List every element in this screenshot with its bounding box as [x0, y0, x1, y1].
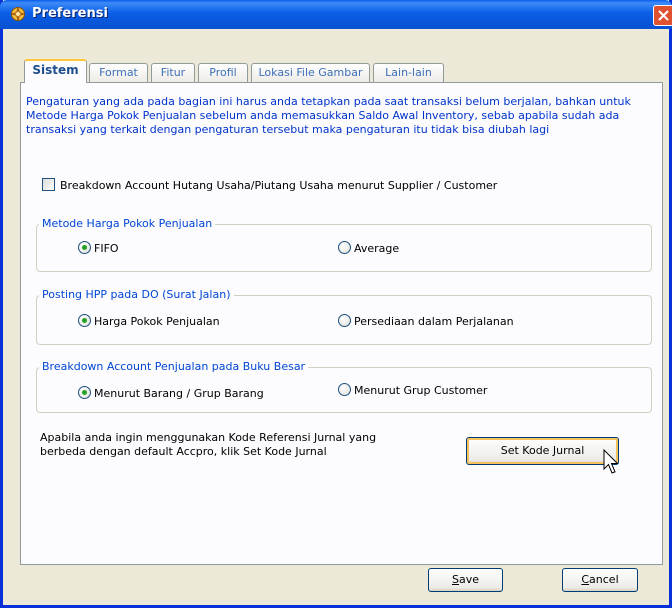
save-button[interactable]: Save	[428, 568, 503, 592]
breakdown-account-checkbox[interactable]	[42, 178, 55, 191]
kode-jurnal-text-line2: berbeda dengan default Accpro, klik Set …	[40, 445, 327, 458]
save-mnemonic: S	[451, 573, 459, 586]
intro-text: Pengaturan yang ada pada bagian ini haru…	[26, 95, 631, 136]
mouse-cursor-icon	[603, 449, 619, 474]
radio-average[interactable]	[338, 241, 351, 254]
radio-fifo-label: FIFO	[94, 242, 119, 255]
tab-fitur[interactable]: Fitur	[151, 63, 195, 82]
cancel-label: ancel	[589, 573, 619, 586]
radio-menurut-grup-customer-label: Menurut Grup Customer	[354, 384, 488, 397]
window-title: Preferensi	[32, 6, 108, 21]
group-metode-hpp-legend: Metode Harga Pokok Penjualan	[39, 217, 216, 230]
tab-lain-lain[interactable]: Lain-lain	[373, 63, 444, 82]
radio-average-label: Average	[354, 242, 400, 255]
radio-harga-pokok-penjualan-label: Harga Pokok Penjualan	[94, 315, 220, 328]
kode-jurnal-text-line1: Apabila anda ingin menggunakan Kode Refe…	[40, 431, 377, 444]
set-kode-jurnal-button[interactable]: Set Kode Jurnal	[466, 437, 619, 465]
breakdown-account-label: Breakdown Account Hutang Usaha/Piutang U…	[60, 179, 498, 192]
close-icon	[658, 10, 669, 21]
tab-profil[interactable]: Profil	[198, 63, 248, 82]
radio-menurut-grup-customer[interactable]	[338, 383, 351, 396]
close-button[interactable]	[653, 5, 672, 26]
radio-persediaan-dalam-perjalanan[interactable]	[338, 314, 351, 327]
tab-sistem[interactable]: Sistem	[24, 59, 87, 83]
cancel-button[interactable]: Cancel	[562, 568, 638, 592]
tab-lokasi-file-gambar[interactable]: Lokasi File Gambar	[251, 63, 370, 82]
title-bar[interactable]: Preferensi	[0, 0, 672, 29]
group-posting-hpp-legend: Posting HPP pada DO (Surat Jalan)	[39, 288, 234, 301]
group-breakdown-penjualan-legend: Breakdown Account Penjualan pada Buku Be…	[39, 360, 309, 373]
tab-format[interactable]: Format	[89, 63, 148, 82]
radio-persediaan-dalam-perjalanan-label: Persediaan dalam Perjalanan	[354, 315, 514, 328]
radio-fifo[interactable]	[78, 241, 91, 254]
cancel-mnemonic: C	[581, 573, 590, 586]
radio-menurut-barang[interactable]	[78, 386, 91, 399]
radio-menurut-barang-label: Menurut Barang / Grup Barang	[94, 387, 264, 400]
save-label: ave	[458, 573, 479, 586]
radio-harga-pokok-penjualan[interactable]	[78, 314, 91, 327]
app-icon	[11, 7, 25, 21]
